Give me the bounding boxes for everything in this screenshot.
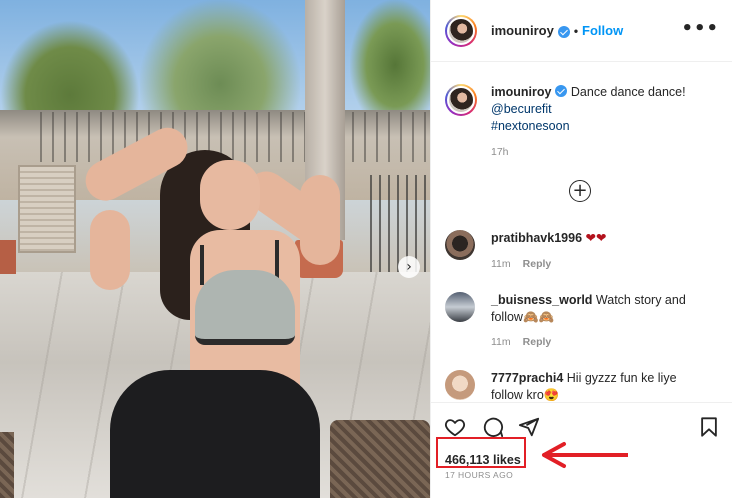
bookmark-icon[interactable] [697,415,721,439]
photo-door [18,165,76,253]
caption-text: Dance dance dance! [570,85,686,99]
more-icon[interactable]: ••• [681,20,719,38]
comment-item: pratibhavk1996 ❤❤ 11m Reply [445,230,721,270]
verified-badge-icon [557,25,570,38]
follow-button[interactable]: Follow [582,23,623,38]
caption-time[interactable]: 17h [491,146,509,158]
separator-dot: • [573,23,579,38]
comment-reply-button[interactable]: Reply [523,258,552,270]
plus-circle-icon[interactable]: + [569,180,591,202]
photo-flower-pot-left [0,240,16,274]
post-photo[interactable]: › [0,0,430,498]
author-username[interactable]: imouniroy [491,23,554,38]
comment-meta: 11m Reply [491,336,551,348]
comment-body: _buisness_world Watch story and follow🙈🙈 [491,292,711,326]
person-leggings [110,370,320,498]
post-header: imouniroy • Follow ••• [431,0,732,62]
photo-fence [40,112,430,162]
commenter-avatar[interactable] [445,292,475,322]
commenter-avatar[interactable] [445,370,475,400]
caption-avatar[interactable] [445,84,477,116]
post-side-panel: imouniroy • Follow ••• imouniroy Dance d… [430,0,732,498]
person-face [200,160,260,230]
annotation-highlight-box [436,437,526,468]
verified-badge-icon [555,85,568,97]
post-timestamp[interactable]: 17 HOURS AGO [445,470,513,480]
heart-icon[interactable] [443,415,467,439]
photo-chair [330,420,430,498]
arrow-left-icon [542,442,628,468]
commenter-avatar[interactable] [445,230,475,260]
comment-body: pratibhavk1996 ❤❤ [491,230,606,260]
comment-item: _buisness_world Watch story and follow🙈🙈… [445,292,721,348]
comment-meta: 11m Reply [491,258,551,270]
caption-mention[interactable]: @becurefit [491,101,686,118]
comment-item: 7777prachi4 Hii gyzzz fun ke liye follow… [445,370,721,404]
photo-chair-left [0,432,14,498]
post-caption: imouniroy Dance dance dance! @becurefit … [445,84,721,158]
caption-text-block: imouniroy Dance dance dance! @becurefit … [491,84,686,135]
author-avatar[interactable] [445,14,477,47]
person-strap-right [275,240,279,280]
caption-hashtag[interactable]: #nextonesoon [491,118,686,135]
person-sports-bra [195,270,295,345]
carousel-next-button[interactable]: › [398,256,420,278]
comment-time[interactable]: 11m [491,258,511,270]
person-forearm-left [90,210,130,290]
comment-body: 7777prachi4 Hii gyzzz fun ke liye follow… [491,370,711,404]
share-icon[interactable] [517,415,541,439]
person-strap-left [200,245,204,285]
comment-time[interactable]: 11m [491,336,511,348]
chevron-right-icon: › [406,259,412,275]
comment-icon[interactable] [481,415,505,439]
person-forearm-right [300,175,340,265]
comment-username[interactable]: _buisness_world [491,293,592,307]
comment-username[interactable]: 7777prachi4 [491,371,563,385]
caption-username[interactable]: imouniroy [491,85,551,99]
comment-text: ❤❤ [585,231,607,245]
comment-username[interactable]: pratibhavk1996 [491,231,582,245]
comment-reply-button[interactable]: Reply [523,336,552,348]
